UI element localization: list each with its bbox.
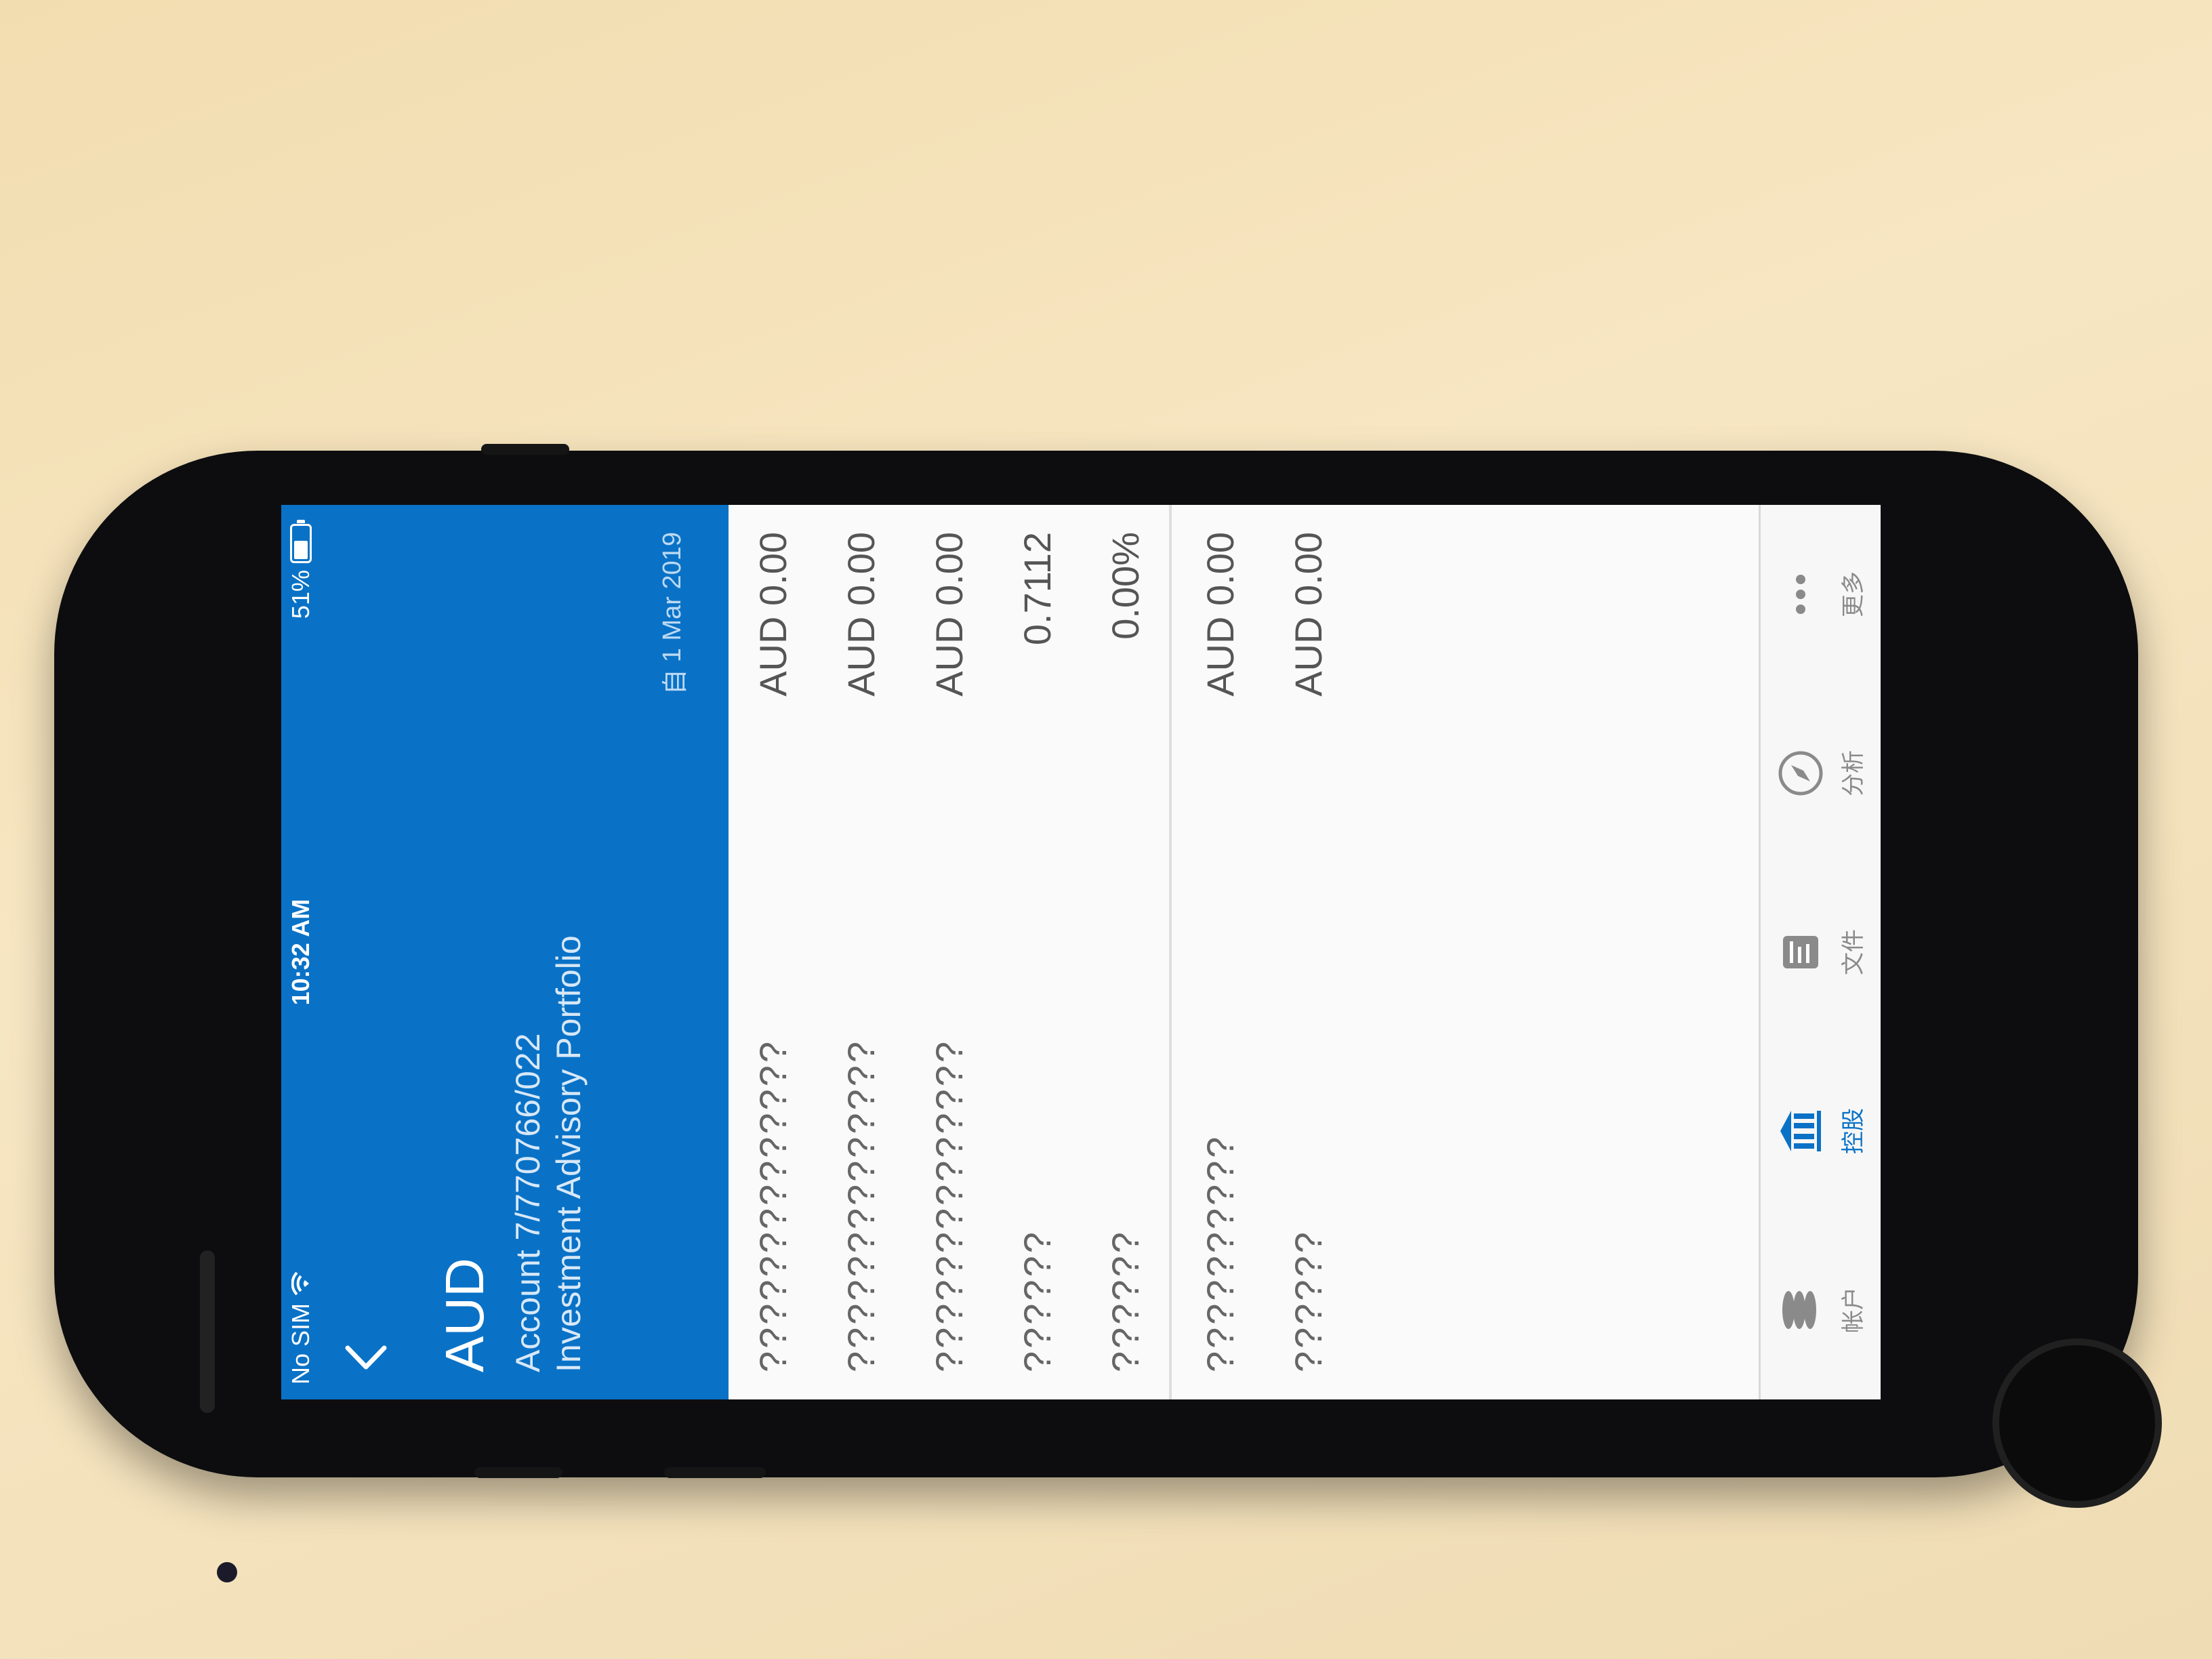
- document-icon: [1782, 936, 1818, 968]
- volume-down-button: [474, 1467, 562, 1478]
- row-label: ??????: [1103, 1229, 1147, 1372]
- list-item: ?????? 0.00%: [1081, 505, 1169, 1399]
- more-icon: [1795, 575, 1805, 614]
- status-time: 10:32 AM: [287, 899, 314, 1006]
- row-value: AUD 0.00: [839, 532, 882, 697]
- tab-holdings[interactable]: 控股: [1761, 1042, 1881, 1221]
- as-of-date: 自 1 Mar 2019: [654, 532, 691, 695]
- list-item: ?????????? AUD 0.00: [1176, 505, 1264, 1399]
- list-item: ?????? AUD 0.00: [1264, 505, 1352, 1399]
- row-value: 0.7112: [1015, 532, 1059, 646]
- volume-up-button: [481, 444, 569, 455]
- row-value: AUD 0.00: [751, 532, 794, 697]
- tab-label: 帐户: [1840, 1287, 1866, 1333]
- tab-label: 分析: [1840, 750, 1866, 796]
- battery-percent: 51%: [287, 570, 314, 619]
- row-label: ??????????????: [839, 1038, 882, 1372]
- row-label: ??????????????: [751, 1038, 794, 1372]
- power-button: [664, 1467, 766, 1478]
- holdings-summary-list: ?????????????? AUD 0.00 ?????????????? A…: [729, 505, 1759, 1399]
- list-item: ?????????????? AUD 0.00: [729, 505, 817, 1399]
- back-chevron-icon[interactable]: [342, 1332, 390, 1379]
- date-prefix: 自: [661, 669, 690, 695]
- list-item: ?????????????? AUD 0.00: [817, 505, 905, 1399]
- account-header: No SIM 10:32 AM 51% AUD Account 7/770766…: [281, 505, 729, 1399]
- tab-label: 控股: [1840, 1108, 1866, 1154]
- row-value: AUD 0.00: [1198, 532, 1242, 697]
- row-label: ??????: [1015, 1229, 1059, 1372]
- account-number: Account 7/770766/022: [509, 1033, 547, 1372]
- status-bar: No SIM 10:32 AM 51%: [281, 505, 319, 1399]
- app-screen: No SIM 10:32 AM 51% AUD Account 7/770766…: [281, 505, 1881, 1399]
- list-item: ?????? 0.7112: [993, 505, 1081, 1399]
- tab-more[interactable]: 更多: [1761, 505, 1881, 684]
- row-value: AUD 0.00: [927, 532, 970, 697]
- portfolio-name: Investment Advisory Portfolio: [550, 935, 588, 1372]
- compass-icon: [1778, 751, 1822, 796]
- row-label: ??????: [1286, 1229, 1330, 1372]
- row-value: AUD 0.00: [1286, 532, 1330, 697]
- bank-icon: [1780, 1111, 1821, 1151]
- row-label: ??????????????: [927, 1038, 970, 1372]
- list-item: ?????????????? AUD 0.00: [905, 505, 993, 1399]
- section-divider: [1169, 505, 1172, 1399]
- row-value: 0.00%: [1103, 532, 1147, 640]
- bottom-tab-bar: 帐户 控股 文件 分析 更多: [1759, 505, 1881, 1399]
- stack-icon: [1782, 1291, 1816, 1329]
- tab-label: 更多: [1840, 571, 1866, 617]
- date-value: 1 Mar 2019: [658, 532, 687, 663]
- page-title: AUD: [434, 1258, 495, 1372]
- battery-icon: [290, 520, 312, 563]
- tab-label: 文件: [1840, 929, 1866, 975]
- row-label: ??????????: [1198, 1134, 1242, 1372]
- front-camera: [217, 1562, 237, 1582]
- phone-screen: No SIM 10:32 AM 51% AUD Account 7/770766…: [281, 505, 1881, 1399]
- tab-documents[interactable]: 文件: [1761, 863, 1881, 1042]
- home-button[interactable]: [1992, 1338, 2162, 1508]
- tab-accounts[interactable]: 帐户: [1761, 1221, 1881, 1399]
- tab-analysis[interactable]: 分析: [1761, 684, 1881, 863]
- earpiece-speaker: [200, 1250, 215, 1413]
